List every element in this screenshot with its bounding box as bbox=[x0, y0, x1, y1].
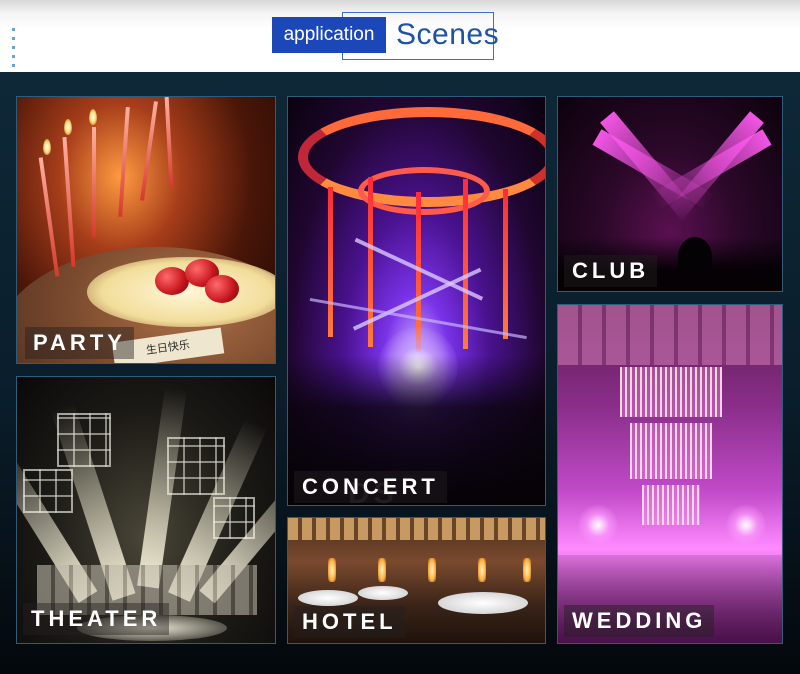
ceiling-lights bbox=[288, 518, 545, 540]
wall-lamp bbox=[428, 558, 436, 582]
hotel-scene-image: HOTEL bbox=[287, 517, 546, 644]
club-label: CLUB bbox=[564, 255, 658, 287]
banquet-table bbox=[358, 586, 408, 600]
candle bbox=[92, 127, 96, 237]
concert-label: CONCERT bbox=[294, 471, 447, 503]
concert-scene-image: DS CONCERT bbox=[287, 96, 546, 506]
title-tag: application bbox=[272, 17, 386, 53]
candle bbox=[140, 101, 158, 201]
strawberry bbox=[155, 267, 189, 295]
header-bar: application Scenes bbox=[0, 0, 800, 74]
wall-lamp bbox=[523, 558, 531, 582]
club-scene-image: CLUB bbox=[557, 96, 783, 292]
dotted-divider bbox=[12, 28, 15, 74]
candle bbox=[38, 157, 60, 277]
candle-flame bbox=[43, 139, 51, 155]
wedding-label: WEDDING bbox=[564, 605, 715, 637]
banquet-table bbox=[438, 592, 528, 614]
banquet-table bbox=[298, 590, 358, 606]
candle bbox=[164, 97, 174, 188]
mirrored-ceiling bbox=[558, 305, 782, 365]
wall-lamp bbox=[478, 558, 486, 582]
party-scene-image: 生日快乐 PARTY bbox=[16, 96, 276, 364]
wedding-scene-image: WEDDING bbox=[557, 304, 783, 644]
candle bbox=[118, 106, 130, 218]
wall-lamp bbox=[328, 558, 336, 582]
light-tube bbox=[328, 187, 333, 337]
candle-flame bbox=[89, 109, 97, 125]
stage-truss-ring bbox=[358, 167, 490, 215]
person-silhouette bbox=[678, 237, 712, 277]
theater-label: THEATER bbox=[23, 603, 170, 635]
crystal-chandelier bbox=[642, 485, 700, 525]
hotel-label: HOTEL bbox=[294, 606, 405, 638]
candle-flame bbox=[64, 119, 72, 135]
title-text: Scenes bbox=[396, 18, 500, 51]
party-label: PARTY bbox=[25, 327, 134, 359]
light-glow bbox=[726, 505, 766, 545]
crystal-chandelier bbox=[620, 367, 722, 417]
crystal-chandelier bbox=[630, 423, 712, 479]
candle bbox=[62, 137, 76, 267]
light-tube bbox=[503, 189, 508, 339]
light-glow bbox=[578, 505, 618, 545]
theater-scene-image: THEATER bbox=[16, 376, 276, 644]
strawberry bbox=[205, 275, 239, 303]
wall-lamp bbox=[378, 558, 386, 582]
light-tube bbox=[463, 179, 468, 349]
